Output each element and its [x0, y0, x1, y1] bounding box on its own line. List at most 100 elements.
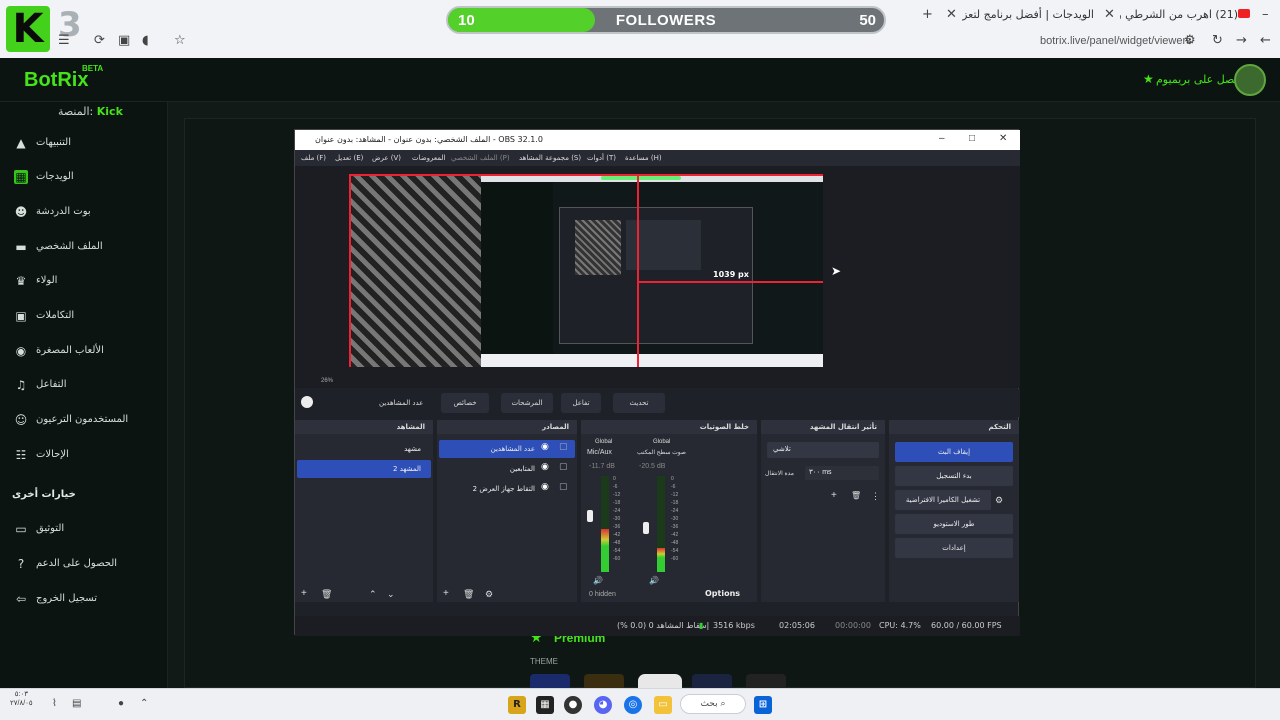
lock-icon[interactable]: ▢ [559, 462, 568, 472]
tab-youtube[interactable]: (21) اهرب من الشرطي واربح 000 [1120, 4, 1238, 26]
sidebar-item[interactable]: ▲ التنبيهات [0, 128, 168, 158]
source-item[interactable]: المتابعين [439, 460, 575, 478]
close-icon[interactable]: ✕ [999, 132, 1007, 146]
avatar[interactable] [1234, 64, 1266, 96]
menu-view[interactable]: عرض (V) [372, 150, 401, 166]
remove-scene-icon[interactable]: 🗑 [321, 588, 332, 600]
menu-edit[interactable]: تعديل (E) [335, 150, 363, 166]
new-tab-icon[interactable]: + [922, 7, 933, 22]
stop-streaming-button[interactable]: إيقاف البث [895, 442, 1013, 462]
maximize-icon[interactable]: □ [969, 132, 975, 146]
studio-mode-button[interactable]: طور الاستوديو [895, 514, 1013, 534]
more-icon[interactable]: ⋮ [871, 490, 880, 502]
theme-option[interactable] [530, 674, 570, 688]
reload-icon[interactable]: ↻ [1212, 33, 1223, 48]
terminal-icon[interactable]: ▦ [536, 696, 554, 714]
sidebar-item[interactable]: ♛ الولاء [0, 266, 168, 296]
discord-icon[interactable]: ◕ [594, 696, 612, 714]
remove-transition-icon[interactable]: 🗑 [851, 490, 861, 502]
menu-profile[interactable]: الملف الشخصي (P) [451, 150, 510, 166]
source-item[interactable]: التقاط جهاز العرض 2 [439, 480, 575, 498]
minimize-icon[interactable]: – [939, 132, 945, 146]
gear-icon[interactable]: ⚙ [995, 492, 1003, 508]
menu-file[interactable]: ملف (F) [301, 150, 326, 166]
source-settings-icon[interactable]: ⚙ [485, 588, 493, 600]
start-recording-button[interactable]: بدء التسجيل [895, 466, 1013, 486]
sidebar-toggle-icon[interactable]: ☰ [58, 33, 70, 48]
tab-widgets[interactable]: الويدجات | أفضل برنامج لتعزيز ال [962, 4, 1094, 26]
add-transition-icon[interactable]: + [831, 490, 837, 502]
theme-option[interactable] [746, 674, 786, 688]
add-source-icon[interactable]: + [443, 588, 449, 600]
tray-chevron-icon[interactable]: ⌃ [140, 697, 148, 711]
remove-source-icon[interactable]: 🗑 [463, 588, 474, 600]
refresh-button[interactable]: تحديث [613, 393, 665, 413]
sidebar-item[interactable]: ◉ الألعاب المصغرة [0, 336, 168, 366]
sidebar-item[interactable]: ▣ التكاملات [0, 301, 168, 331]
interact-button[interactable]: تفاعل [561, 393, 601, 413]
sidebar-item[interactable]: ▭ التوثيق [0, 514, 168, 544]
theme-option[interactable] [638, 674, 682, 688]
close-tab-icon[interactable]: ✕ [1104, 7, 1115, 22]
zoom-level[interactable]: 26% [321, 374, 333, 388]
move-down-icon[interactable]: ⌄ [387, 588, 395, 600]
add-scene-icon[interactable]: + [301, 588, 307, 600]
windows-start-icon[interactable]: ⊞ [754, 696, 772, 714]
settings-button[interactable]: إعدادات [895, 538, 1013, 558]
sidebar-item[interactable]: ▬ الملف الشخصي [0, 232, 168, 262]
duration-input[interactable]: ٣٠٠ ms [805, 466, 879, 480]
forward-icon[interactable]: → [1236, 33, 1247, 48]
lock-icon[interactable]: ▢ [559, 482, 568, 492]
taskbar-search[interactable]: بحث ⌕ [680, 694, 746, 714]
bookmark-star-icon[interactable]: ☆ [174, 33, 186, 48]
sidebar-item[interactable]: ☻ بوت الدردشة [0, 197, 168, 227]
folder-icon[interactable]: ▭ [654, 696, 672, 714]
menu-tools[interactable]: أدوات (T) [587, 150, 616, 166]
display-icon[interactable]: ▤ [72, 697, 81, 711]
mute-icon[interactable]: 🔊 [649, 576, 659, 586]
visibility-eye-icon[interactable]: ◉ [541, 482, 549, 492]
minimize-icon[interactable]: – [1262, 7, 1269, 22]
chrome-icon[interactable]: ◎ [624, 696, 642, 714]
back-icon[interactable]: ← [1260, 33, 1271, 48]
properties-button[interactable]: خصائص [441, 393, 489, 413]
volume-slider[interactable] [587, 510, 593, 522]
visibility-eye-icon[interactable]: ◉ [541, 462, 549, 472]
tune-icon[interactable]: ⚙ [1184, 33, 1196, 48]
microphone-icon[interactable]: ● [118, 697, 124, 711]
audio-icon[interactable]: ◖ [142, 33, 149, 48]
filters-button[interactable]: المرشحات [501, 393, 553, 413]
volume-slider[interactable] [643, 522, 649, 534]
mixer-options-button[interactable]: Options [705, 588, 740, 600]
sidebar-item[interactable]: ☷ الإحالات [0, 440, 168, 470]
close-tab-icon[interactable]: ✕ [946, 7, 957, 22]
reader-icon[interactable]: ▣ [118, 33, 130, 48]
get-premium-link[interactable]: احصل على بريميوم [1156, 72, 1244, 88]
move-up-icon[interactable]: ⌃ [369, 588, 377, 600]
network-icon[interactable]: ⌇ [52, 697, 57, 711]
sidebar-item[interactable]: ♫ التفاعل [0, 370, 168, 400]
sidebar-item[interactable]: ⇦ تسجيل الخروج [0, 584, 168, 614]
source-item-selected[interactable]: عدد المشاهدين [439, 440, 575, 458]
address-bar[interactable]: botrix.live/panel/widget/viewers [1040, 33, 1192, 49]
obs-app-icon[interactable]: ● [564, 696, 582, 714]
theme-option[interactable] [584, 674, 624, 688]
app-icon[interactable]: R [508, 696, 526, 714]
clock[interactable]: ٥:٠٣ ٢٧/٨/٠٥ [10, 690, 33, 708]
transition-select[interactable]: تلاشي [767, 442, 879, 458]
visibility-eye-icon[interactable]: ◉ [541, 442, 549, 452]
scene-item-selected[interactable]: المشهد 2 [297, 460, 431, 478]
botrix-logo[interactable]: BotRix [24, 68, 88, 92]
menu-docks[interactable]: المعروضات [412, 150, 445, 166]
theme-option[interactable] [692, 674, 732, 688]
lock-icon[interactable]: ▢ [559, 442, 568, 452]
sidebar-item[interactable]: ? الحصول على الدعم [0, 549, 168, 579]
mute-icon[interactable]: 🔊 [593, 576, 603, 586]
menu-help[interactable]: مساعدة (H) [625, 150, 662, 166]
scene-item[interactable]: مشهد [297, 440, 431, 458]
virtual-camera-button[interactable]: تشغيل الكاميرا الافتراضية [895, 490, 991, 510]
obs-preview[interactable]: 1039 px ➤ [295, 166, 1020, 374]
menu-scene-collection[interactable]: مجموعة المشاهد (S) [519, 150, 581, 166]
extensions-icon[interactable]: ⟳ [94, 33, 105, 48]
sidebar-item[interactable]: ▦ الويدجات [0, 162, 168, 192]
